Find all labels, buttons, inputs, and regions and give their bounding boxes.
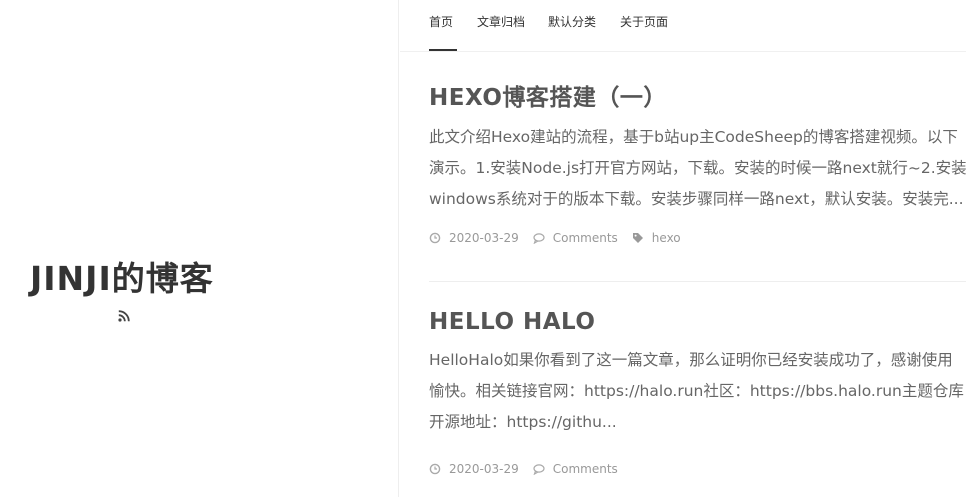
comment-icon — [533, 232, 545, 245]
post-meta: 2020-03-29 Comments — [429, 462, 632, 476]
post-divider — [429, 281, 966, 282]
excerpt-line: 开源地址：https://githu... — [429, 413, 617, 431]
post-card: HELLO HALO HelloHalo如果你看到了这一篇文章，那么证明你已经安… — [429, 309, 966, 497]
comments-link[interactable]: Comments — [553, 462, 618, 476]
post-date: 2020-03-29 — [449, 231, 519, 245]
nav-item-category[interactable]: 默认分类 — [548, 13, 596, 30]
nav-item-archive[interactable]: 文章归档 — [477, 13, 525, 30]
rss-icon[interactable] — [118, 307, 130, 322]
excerpt-line: windows系统对于的版本下载。安装步骤同样一路next，默认安装。安装完..… — [429, 190, 964, 208]
post-meta: 2020-03-29 Comments hexo — [429, 231, 695, 245]
excerpt-line: HelloHalo如果你看到了这一篇文章，那么证明你已经安装成功了，感谢使用 — [429, 351, 953, 369]
nav-item-home[interactable]: 首页 — [429, 13, 453, 30]
main-content: 首页 文章归档 默认分类 关于页面 HEXO博客搭建（一） 此文介绍Hexo建站… — [400, 0, 966, 497]
comments-link[interactable]: Comments — [553, 231, 618, 245]
post-title[interactable]: HEXO博客搭建（一） — [429, 78, 966, 112]
sidebar: JINJI的博客 — [0, 0, 399, 497]
post-card: HEXO博客搭建（一） 此文介绍Hexo建站的流程，基于b站up主CodeShe… — [429, 78, 966, 268]
post-excerpt: HelloHalo如果你看到了这一篇文章，那么证明你已经安装成功了，感谢使用 愉… — [429, 345, 966, 438]
post-date: 2020-03-29 — [449, 462, 519, 476]
site-title[interactable]: JINJI的博客 — [30, 252, 214, 300]
excerpt-line: 愉快。相关链接官网：https://halo.run社区：https://bbs… — [429, 382, 964, 400]
nav-item-about[interactable]: 关于页面 — [620, 13, 668, 30]
post-excerpt: 此文介绍Hexo建站的流程，基于b站up主CodeSheep的博客搭建视频。以下… — [429, 122, 966, 215]
top-nav: 首页 文章归档 默认分类 关于页面 — [400, 0, 966, 52]
tag-icon — [632, 232, 644, 244]
comment-icon — [533, 463, 545, 476]
post-tag[interactable]: hexo — [652, 231, 681, 245]
nav-active-indicator — [429, 49, 457, 51]
excerpt-line: 此文介绍Hexo建站的流程，基于b站up主CodeSheep的博客搭建视频。以下 — [429, 128, 958, 146]
post-title[interactable]: HELLO HALO — [429, 309, 966, 335]
clock-icon — [429, 232, 441, 244]
excerpt-line: 演示。1.安装Node.js打开官方网站，下载。安装的时候一路next就行~2.… — [429, 159, 966, 177]
clock-icon — [429, 463, 441, 475]
